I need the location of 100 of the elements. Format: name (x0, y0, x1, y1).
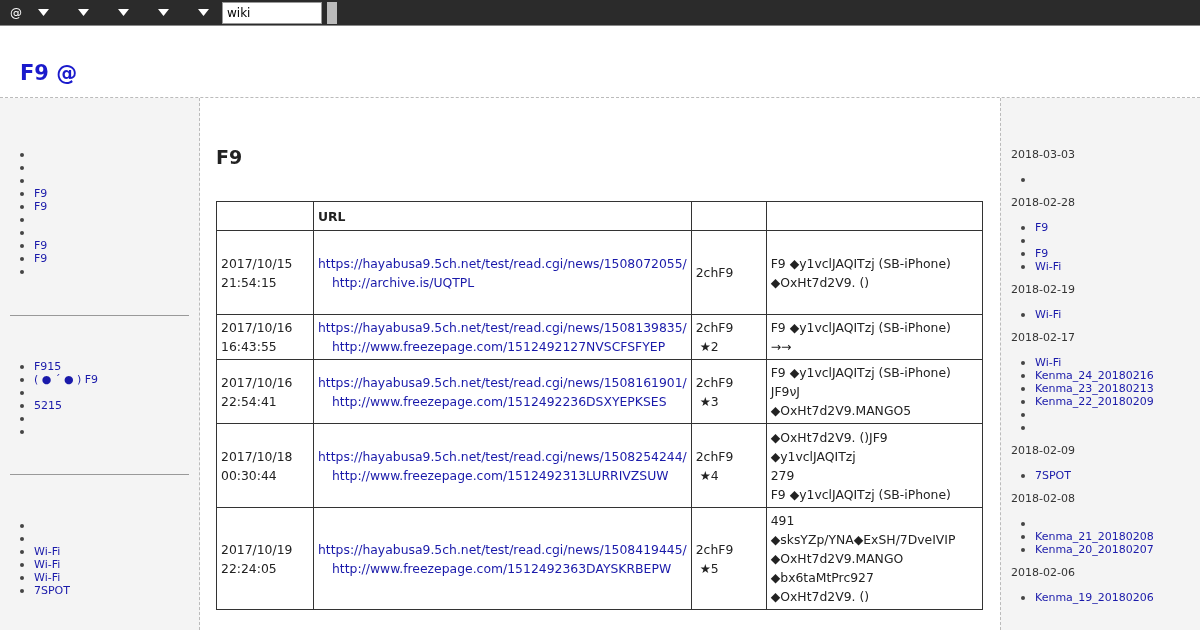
update-link[interactable]: Kenma_22_20180209 (1035, 395, 1154, 408)
update-link[interactable]: Kenma_23_20180213 (1035, 382, 1154, 395)
sidebar-link[interactable]: Wi-Fi (34, 558, 61, 571)
bullet-icon (20, 429, 24, 434)
sidebar-link[interactable]: ( ● ´ ● ) F9 (34, 373, 99, 386)
bullet-icon (1021, 373, 1025, 378)
thread-link[interactable]: https://hayabusa9.5ch.net/test/read.cgi/news/1508139835/ (318, 318, 687, 337)
note-text: F9 ◆y1vclJAQITzj (SB-iPhone) (770, 254, 952, 273)
date-heading: 2018-02-06 (1011, 566, 1076, 579)
note-text: ◆y1vclJAQITzj (770, 447, 857, 466)
column-header: URL (313, 201, 692, 231)
update-link[interactable]: Kenma_19_20180206 (1035, 591, 1154, 604)
bullet-icon (20, 217, 24, 222)
update-link[interactable]: Wi-Fi (1035, 260, 1062, 273)
thread-link[interactable]: https://hayabusa9.5ch.net/test/read.cgi/news/1508161901/ (318, 372, 687, 392)
sidebar-link[interactable]: 7SPOT (34, 584, 70, 597)
bullet-icon (20, 269, 24, 274)
sidebar-link[interactable]: F9 (34, 200, 48, 213)
bullet-icon (20, 549, 24, 554)
bullet-icon (1021, 312, 1025, 317)
bullet-icon (1021, 534, 1025, 539)
date-heading: 2018-02-19 (1011, 283, 1076, 296)
sidebar-link[interactable]: F9 (34, 252, 48, 265)
date-cell: 2017/10/16 16:43:55 (216, 314, 314, 360)
update-link[interactable]: Wi-Fi (1035, 308, 1062, 321)
menu-item[interactable]: @ (10, 5, 22, 20)
update-link[interactable]: Wi-Fi (1035, 356, 1062, 369)
caret-icon[interactable] (38, 9, 49, 16)
thread-link[interactable]: https://hayabusa9.5ch.net/test/read.cgi/news/1508419445/ (318, 539, 687, 559)
date-heading: 2018-02-28 (1011, 196, 1076, 209)
caret-icon[interactable] (78, 9, 89, 16)
site-title[interactable]: F9 @ (20, 61, 78, 85)
note-text: F9 ◆y1vclJAQITzj (SB-iPhone) (770, 364, 952, 382)
bullet-icon (20, 230, 24, 235)
date-heading: 2018-02-09 (1011, 444, 1076, 457)
thread-link[interactable]: https://hayabusa9.5ch.net/test/read.cgi/news/1508072055/ (318, 253, 687, 273)
bullet-icon (20, 152, 24, 157)
bullet-icon (1021, 264, 1025, 269)
bullet-icon (20, 588, 24, 593)
caret-icon[interactable] (118, 9, 129, 16)
sidebar-link[interactable]: Wi-Fi (34, 545, 61, 558)
note-text: F9 ◆y1vclJAQITzj (SB-iPhone) (770, 319, 952, 337)
search-field[interactable]: wiki (222, 1, 322, 24)
bullet-icon (1021, 238, 1025, 243)
bullet-icon (1021, 547, 1025, 552)
caret-icon[interactable] (198, 9, 209, 16)
source-text: ★2 (698, 338, 720, 356)
page-title: F9 (216, 146, 244, 168)
note-text: ◆bx6taMtPrc927 (770, 569, 875, 587)
archive-link[interactable]: http://www.freezepage.com/1512492127NVSCFSFYEP (318, 337, 687, 356)
note-text: ◆OxHt7d2V9. () (770, 588, 871, 606)
source-text: 2chF9 (695, 319, 735, 337)
archive-link[interactable]: http://archive.is/UQTPL (318, 272, 687, 292)
bullet-icon (20, 536, 24, 541)
update-link[interactable]: Kenma_21_20180208 (1035, 530, 1154, 543)
caret-icon[interactable] (158, 9, 169, 16)
source-text: ★4 (698, 466, 720, 485)
note-text: F9 ◆y1vclJAQITzj (SB-iPhone) (770, 485, 952, 504)
note-text: 491 (770, 512, 796, 530)
note-text: ◆OxHt7d2V9.MANGO (770, 550, 905, 568)
sidebar-link[interactable]: F9 (34, 239, 48, 252)
note-text: ◆OxHt7d2V9. ()JF9 (770, 428, 889, 447)
bullet-icon (20, 562, 24, 567)
archive-link[interactable]: http://www.freezepage.com/1512492363DAYSKRBEPW (318, 558, 687, 578)
thread-link[interactable]: https://hayabusa9.5ch.net/test/read.cgi/news/1508254244/ (318, 446, 687, 466)
date-cell: 2017/10/15 21:54:15 (216, 230, 314, 315)
bullet-icon (20, 377, 24, 382)
date-heading: 2018-03-03 (1011, 148, 1076, 161)
bullet-icon (1021, 412, 1025, 417)
date-cell: 2017/10/19 22:24:05 (216, 507, 314, 610)
bullet-icon (1021, 521, 1025, 526)
update-link[interactable]: F9 (1035, 247, 1049, 260)
bullet-icon (20, 390, 24, 395)
bullet-icon (20, 523, 24, 528)
update-link[interactable]: Kenma_24_20180216 (1035, 369, 1154, 382)
sidebar-link[interactable]: Wi-Fi (34, 571, 61, 584)
sidebar-link[interactable]: F915 (34, 360, 62, 373)
bullet-icon (20, 403, 24, 408)
bullet-icon (20, 204, 24, 209)
bullet-icon (1021, 425, 1025, 430)
note-text: JF9νJ (770, 383, 801, 401)
source-text: 2chF9 (695, 447, 735, 466)
update-link[interactable]: Kenma_20_20180207 (1035, 543, 1154, 556)
update-link[interactable]: F9 (1035, 221, 1049, 234)
note-text: →→ (770, 338, 793, 356)
archive-link[interactable]: http://www.freezepage.com/1512492313LURRIVZSUW (318, 465, 687, 485)
sidebar-link[interactable]: F9 (34, 187, 48, 200)
bullet-icon (20, 256, 24, 261)
bullet-icon (1021, 595, 1025, 600)
search-button[interactable] (327, 1, 337, 24)
note-text: ◆sksYZp/YNA◆ExSH/7DveIVIP (770, 531, 957, 549)
note-text: ◆OxHt7d2V9. () (770, 273, 871, 292)
archive-link[interactable]: http://www.freezepage.com/1512492236DSXYEPKSES (318, 391, 687, 411)
sidebar-link[interactable]: 5215 (34, 399, 62, 412)
update-link[interactable]: 7SPOT (1035, 469, 1071, 482)
bullet-icon (20, 178, 24, 183)
bullet-icon (1021, 225, 1025, 230)
note-text: ◆OxHt7d2V9.MANGO5 (770, 402, 913, 420)
bullet-icon (20, 243, 24, 248)
bullet-icon (20, 575, 24, 580)
